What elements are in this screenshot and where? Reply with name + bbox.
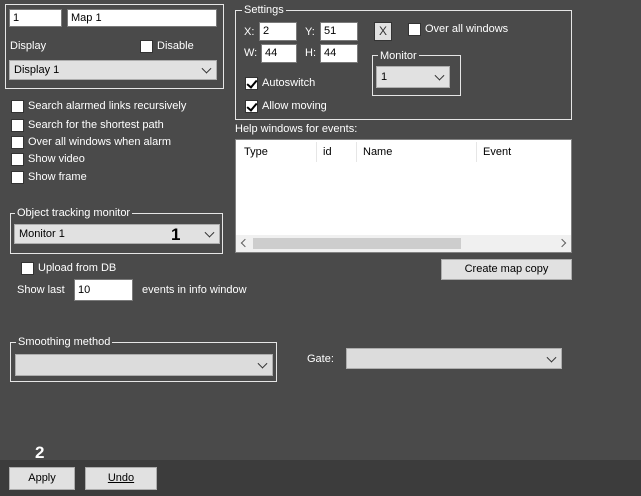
column-separator bbox=[316, 142, 317, 162]
create-map-copy-button[interactable]: Create map copy bbox=[441, 259, 572, 280]
disable-checkbox[interactable] bbox=[140, 40, 153, 53]
x-field[interactable]: 2 bbox=[259, 22, 297, 41]
apply-button[interactable]: Apply bbox=[9, 467, 75, 490]
autoswitch-checkbox[interactable] bbox=[245, 77, 258, 90]
settings-legend: Settings bbox=[242, 4, 286, 16]
help-windows-label: Help windows for events: bbox=[235, 123, 358, 135]
search-alarmed-links-checkbox[interactable] bbox=[11, 100, 24, 113]
show-frame-checkbox[interactable] bbox=[11, 171, 24, 184]
column-separator bbox=[476, 142, 477, 162]
column-id[interactable]: id bbox=[323, 146, 332, 158]
chevron-down-icon bbox=[546, 352, 557, 363]
w-field[interactable]: 44 bbox=[261, 44, 297, 63]
y-label: Y: bbox=[305, 26, 315, 38]
display-select[interactable]: Display 1 bbox=[9, 60, 217, 80]
w-label: W: bbox=[244, 47, 258, 59]
undo-button[interactable]: Undo bbox=[85, 467, 157, 490]
search-alarmed-links-label: Search alarmed links recursively bbox=[28, 100, 187, 112]
gate-label: Gate: bbox=[307, 353, 334, 365]
autoswitch-label: Autoswitch bbox=[262, 77, 316, 89]
show-last-prefix: Show last bbox=[17, 284, 65, 296]
show-video-label: Show video bbox=[28, 153, 85, 165]
search-shortest-path-checkbox[interactable] bbox=[11, 119, 24, 132]
over-all-windows-label: Over all windows bbox=[425, 23, 509, 35]
column-type[interactable]: Type bbox=[244, 146, 268, 158]
over-all-windows-alarm-label: Over all windows when alarm bbox=[28, 136, 172, 148]
chevron-down-icon bbox=[434, 70, 445, 81]
clear-position-button[interactable]: X bbox=[374, 22, 392, 41]
over-all-windows-checkbox[interactable] bbox=[408, 23, 421, 36]
column-event[interactable]: Event bbox=[483, 146, 511, 158]
show-video-checkbox[interactable] bbox=[11, 153, 24, 166]
object-tracking-select[interactable]: Monitor 1 bbox=[14, 224, 220, 244]
gate-select[interactable] bbox=[346, 348, 562, 369]
chevron-down-icon bbox=[201, 63, 212, 74]
callout-marker-1: 1 bbox=[171, 225, 181, 244]
monitor-select[interactable]: 1 bbox=[376, 66, 450, 88]
close-icon: X bbox=[378, 24, 387, 38]
over-all-windows-alarm-checkbox[interactable] bbox=[11, 136, 24, 149]
show-last-suffix: events in info window bbox=[142, 284, 247, 296]
smoothing-method-legend: Smoothing method bbox=[16, 336, 113, 348]
map-id-field[interactable]: 1 bbox=[9, 9, 62, 27]
chevron-down-icon bbox=[257, 358, 268, 369]
column-separator bbox=[356, 142, 357, 162]
chevron-down-icon bbox=[204, 227, 215, 238]
monitor-select-value: 1 bbox=[381, 71, 388, 83]
object-tracking-value: Monitor 1 bbox=[19, 228, 65, 240]
search-shortest-path-label: Search for the shortest path bbox=[28, 119, 164, 131]
table-header: Type id Name Event bbox=[236, 140, 571, 164]
show-frame-label: Show frame bbox=[28, 171, 87, 183]
column-name[interactable]: Name bbox=[363, 146, 392, 158]
chevron-left-icon[interactable] bbox=[240, 238, 250, 248]
smoothing-method-select[interactable] bbox=[15, 354, 273, 376]
y-field[interactable]: 51 bbox=[320, 22, 358, 41]
upload-from-db-checkbox[interactable] bbox=[21, 262, 34, 275]
allow-moving-checkbox[interactable] bbox=[245, 100, 258, 113]
h-field[interactable]: 44 bbox=[320, 44, 358, 63]
display-select-value: Display 1 bbox=[14, 64, 60, 76]
upload-from-db-label: Upload from DB bbox=[38, 262, 117, 274]
callout-marker-2: 2 bbox=[35, 443, 45, 462]
chevron-right-icon[interactable] bbox=[557, 238, 567, 248]
monitor-legend: Monitor bbox=[378, 50, 419, 62]
show-last-count-field[interactable]: 10 bbox=[74, 279, 133, 301]
disable-label: Disable bbox=[157, 40, 194, 52]
allow-moving-label: Allow moving bbox=[262, 100, 327, 112]
help-windows-table[interactable]: Type id Name Event bbox=[235, 139, 572, 253]
h-label: H: bbox=[305, 47, 316, 59]
x-label: X: bbox=[244, 26, 255, 38]
scrollbar-thumb[interactable] bbox=[253, 238, 461, 249]
horizontal-scrollbar[interactable] bbox=[236, 235, 571, 252]
object-tracking-legend: Object tracking monitor bbox=[15, 207, 133, 219]
display-label: Display bbox=[10, 40, 47, 52]
map-name-field[interactable]: Map 1 bbox=[67, 9, 217, 27]
